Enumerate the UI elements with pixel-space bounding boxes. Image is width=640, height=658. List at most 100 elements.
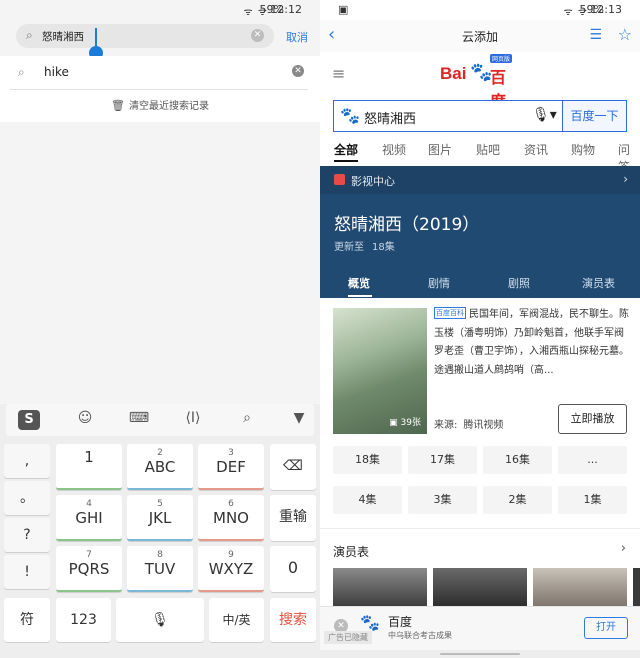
sogou-logo-icon[interactable]: S bbox=[18, 410, 40, 430]
key-5[interactable]: 5 JKL bbox=[127, 495, 193, 541]
key-9[interactable]: 9 WXYZ bbox=[198, 546, 264, 592]
nav-bar: ‹ 云添加 ☰ ☆ bbox=[320, 20, 640, 52]
video-center-label: 影视中心 bbox=[351, 175, 395, 188]
episode-button[interactable]: 18集 bbox=[333, 446, 402, 474]
punct-key[interactable]: , bbox=[4, 444, 50, 478]
episode-button[interactable]: 3集 bbox=[408, 486, 477, 514]
key-sub: 7 bbox=[86, 550, 92, 560]
key-3[interactable]: 3 DEF bbox=[198, 444, 264, 490]
star-icon[interactable]: ☆ bbox=[618, 25, 632, 44]
baike-badge: 百度百科 bbox=[434, 307, 466, 319]
search-button[interactable]: 百度一下 bbox=[562, 101, 626, 131]
key-sub: 3 bbox=[228, 448, 234, 458]
key-6[interactable]: 6 MNO bbox=[198, 495, 264, 541]
clock: 12:13 bbox=[590, 3, 622, 16]
filter-icon[interactable]: ☰ bbox=[589, 27, 602, 43]
logo-bai: Bai bbox=[440, 64, 467, 83]
cast-photo[interactable] bbox=[433, 568, 527, 608]
key-7[interactable]: 7 PQRS bbox=[56, 546, 122, 592]
space-key[interactable]: 🎙 bbox=[116, 598, 204, 642]
tab-stills[interactable]: 剧照 bbox=[508, 275, 530, 291]
play-now-button[interactable]: 立即播放 bbox=[558, 404, 627, 434]
backspace-button[interactable]: ⌫ bbox=[270, 444, 316, 490]
symbol-key[interactable]: 符 bbox=[4, 598, 50, 642]
key-4[interactable]: 4 GHI bbox=[56, 495, 122, 541]
key-sub: 4 bbox=[86, 499, 92, 509]
punct-key[interactable]: ? bbox=[4, 518, 50, 552]
cursor-move-icon[interactable]: ⟨I⟩ bbox=[182, 410, 204, 430]
tab-tieba[interactable]: 贴吧 bbox=[476, 141, 500, 158]
key-main: DEF bbox=[216, 458, 246, 476]
paw-icon: 🐾 bbox=[340, 106, 360, 125]
episode-button[interactable]: 16集 bbox=[483, 446, 552, 474]
punct-key[interactable]: ! bbox=[4, 555, 50, 589]
key-main: ABC bbox=[144, 458, 176, 476]
chevron-right-icon: › bbox=[623, 172, 628, 186]
movie-title: 怒晴湘西（2019） bbox=[334, 215, 480, 235]
cancel-button[interactable]: 取消 bbox=[286, 29, 308, 45]
search-key[interactable]: 搜索 bbox=[270, 598, 316, 642]
key-main: GHI bbox=[75, 509, 103, 527]
left-screen: ᯤ ᯤ 59% 12:12 ⌕ 怒晴湘西 ✕ 取消 ⌕ hike ✕ 🗑 清空最近… bbox=[0, 0, 320, 658]
punct-key[interactable]: 。 bbox=[4, 481, 50, 515]
collapse-keyboard-icon[interactable]: ▼ bbox=[288, 410, 310, 430]
episode-button[interactable]: 17集 bbox=[408, 446, 477, 474]
card-tabs: 概览 剧情 剧照 演员表 bbox=[320, 266, 640, 298]
tab-news[interactable]: 资讯 bbox=[524, 141, 548, 158]
key-8[interactable]: 8 TUV bbox=[127, 546, 193, 592]
ad-app-name: 百度 bbox=[388, 615, 413, 629]
rekey-button[interactable]: 重输 bbox=[270, 495, 316, 541]
lang-switch-key[interactable]: 中/英 bbox=[209, 598, 264, 642]
keyboard: S ☺ ⌨ ⟨I⟩ ⌕ ▼ , 。 ? ! 1 2 ABC 3 DEF ⌫ 4 GHI… bbox=[0, 404, 320, 658]
home-indicator[interactable] bbox=[440, 653, 520, 655]
update-status: 更新至 18集 bbox=[334, 238, 395, 253]
episode-button[interactable]: 1集 bbox=[558, 486, 627, 514]
keyboard-icon[interactable]: ⌨ bbox=[128, 410, 150, 430]
history-item[interactable]: hike bbox=[44, 65, 69, 79]
key-sub: 5 bbox=[157, 499, 163, 509]
episode-button[interactable]: 4集 bbox=[333, 486, 402, 514]
open-app-button[interactable]: 打开 bbox=[584, 617, 628, 639]
tab-video[interactable]: 视频 bbox=[382, 141, 406, 158]
keyboard-toolbar: S ☺ ⌨ ⟨I⟩ ⌕ ▼ bbox=[6, 404, 314, 436]
mic-icon[interactable]: 🎙▾ bbox=[532, 107, 557, 123]
delete-history-icon[interactable]: ✕ bbox=[292, 65, 304, 77]
key-main: TUV bbox=[144, 560, 176, 578]
key-2[interactable]: 2 ABC bbox=[127, 444, 193, 490]
tab-overview[interactable]: 概览 bbox=[348, 275, 370, 291]
tab-plot[interactable]: 剧情 bbox=[428, 275, 450, 291]
search-icon[interactable]: ⌕ bbox=[236, 410, 258, 430]
episode-button[interactable]: 2集 bbox=[483, 486, 552, 514]
right-screen: ▣ ᯤ ᯤ 59% 12:13 ‹ 云添加 ☰ ☆ ≡ Bai 🐾 百度 网页版… bbox=[320, 0, 640, 658]
chevron-right-icon[interactable]: › bbox=[621, 541, 626, 556]
emoji-icon[interactable]: ☺ bbox=[74, 410, 96, 430]
cast-photo[interactable] bbox=[533, 568, 627, 608]
ad-description: 中乌联合考古成果 bbox=[388, 631, 452, 640]
cast-photo[interactable] bbox=[333, 568, 427, 608]
menu-icon[interactable]: ≡ bbox=[332, 64, 345, 83]
key-0[interactable]: 0 bbox=[270, 546, 316, 592]
clear-history-button[interactable]: 🗑 清空最近搜索记录 bbox=[0, 97, 320, 112]
cast-heading: 演员表 bbox=[333, 545, 370, 559]
baidu-logo: Bai 🐾 百度 网页版 bbox=[440, 54, 520, 111]
baidu-app-icon: 🐾 bbox=[360, 613, 380, 632]
key-1[interactable]: 1 bbox=[56, 444, 122, 490]
tab-shopping[interactable]: 购物 bbox=[571, 141, 595, 158]
poster-image[interactable]: ▣ 39张 bbox=[333, 308, 427, 434]
trash-icon: 🗑 bbox=[111, 99, 125, 112]
mic-icon: 🎙 bbox=[151, 612, 169, 628]
number-key[interactable]: 123 bbox=[56, 598, 111, 642]
search-input[interactable]: ⌕ 怒晴湘西 ✕ bbox=[16, 24, 274, 63]
app-ad-banner: ✕ 广告已隐藏 🐾 百度 中乌联合考古成果 打开 bbox=[320, 606, 640, 650]
cast-photo[interactable] bbox=[633, 568, 640, 608]
baidu-search-box[interactable]: 🐾 怒晴湘西 🎙▾ 百度一下 bbox=[333, 100, 627, 132]
video-center-header[interactable]: 影视中心 › bbox=[320, 166, 640, 194]
divider bbox=[320, 528, 640, 529]
backspace-icon: ⌫ bbox=[283, 458, 303, 474]
tab-all[interactable]: 全部 bbox=[334, 141, 358, 158]
tab-cast[interactable]: 演员表 bbox=[582, 275, 615, 291]
episode-more-button[interactable]: ... bbox=[558, 446, 627, 474]
tab-image[interactable]: 图片 bbox=[428, 141, 452, 158]
clear-icon[interactable]: ✕ bbox=[251, 29, 264, 42]
tab-underline bbox=[334, 160, 358, 162]
